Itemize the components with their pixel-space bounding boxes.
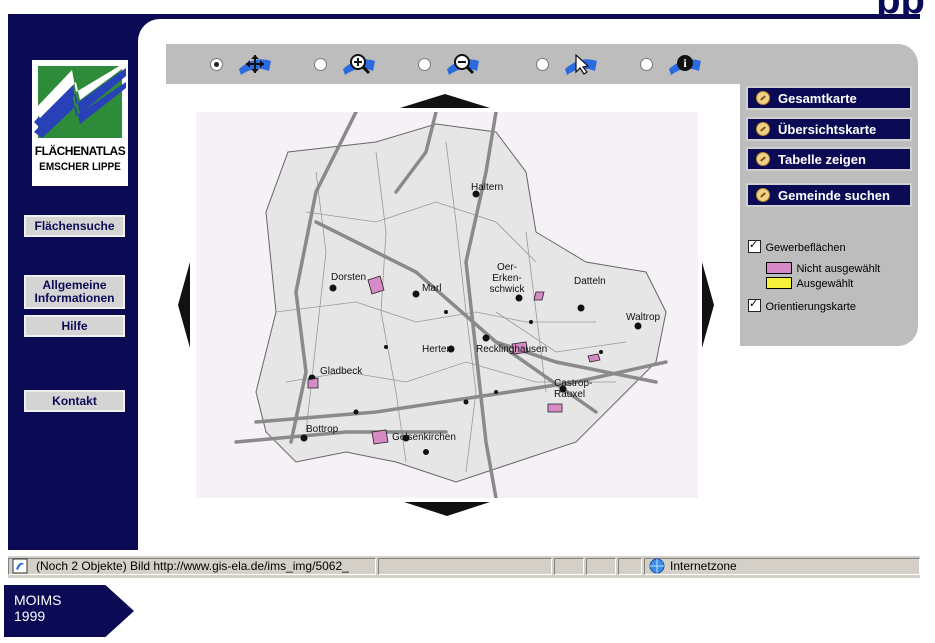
- pan-south-arrow-icon[interactable]: [404, 500, 490, 518]
- tag-line1: MOIMS: [14, 592, 62, 608]
- nav-allgemeine-informationen-button[interactable]: Allgemeine Informationen: [24, 275, 125, 309]
- internet-zone-icon: [649, 558, 665, 574]
- info-icon: i: [669, 55, 701, 75]
- gewerbeflaechen-checkbox[interactable]: [748, 238, 761, 254]
- city-label-recklinghausen: Recklinghausen: [476, 344, 548, 355]
- page-loading-icon: [12, 558, 28, 574]
- legend-swatch-pink: [766, 261, 792, 274]
- status-segment: [554, 558, 584, 575]
- city-label-castrop-rauxel: Castrop-Rauxel: [554, 378, 593, 400]
- gauge-icon: [756, 91, 770, 105]
- city-label-gladbeck: Gladbeck: [320, 366, 363, 377]
- tool-pan-radio[interactable]: [210, 57, 223, 71]
- city-label-waltrop: Waltrop: [626, 312, 661, 323]
- tabelle-zeigen-label: Tabelle zeigen: [778, 151, 866, 167]
- pointer-icon: [565, 53, 597, 75]
- nav-hilfe-button[interactable]: Hilfe: [24, 315, 125, 337]
- legend-item-ausgewaehlt: Ausgewählt: [766, 274, 853, 292]
- status-segment: [618, 558, 642, 575]
- gewerbeflaechen-label: Gewerbeflächen: [765, 242, 846, 254]
- gauge-icon: [756, 188, 770, 202]
- tool-pointer-radio[interactable]: [536, 57, 549, 71]
- uebersichtskarte-button[interactable]: Übersichtskarte: [746, 117, 912, 141]
- zoom-out-icon: [447, 54, 479, 75]
- tool-zoom-in[interactable]: [314, 54, 379, 75]
- orientierungskarte-layer[interactable]: Orientierungskarte: [748, 297, 856, 315]
- pan-north-arrow-icon[interactable]: [400, 92, 490, 110]
- tool-info[interactable]: i: [640, 54, 705, 75]
- city-label-bottrop: Bottrop: [306, 424, 339, 435]
- gemeinde-suchen-button[interactable]: Gemeinde suchen: [746, 183, 912, 207]
- tag-text: MOIMS 1999: [14, 592, 61, 624]
- orientierungskarte-checkbox[interactable]: [748, 297, 761, 313]
- pan-west-arrow-icon[interactable]: [176, 262, 192, 348]
- logo-line1: FLÄCHENATLAS: [34, 144, 126, 158]
- legend-label-ausgewaehlt: Ausgewählt: [796, 278, 854, 290]
- zone-text: Internetzone: [670, 559, 737, 573]
- gesamtkarte-button[interactable]: Gesamtkarte: [746, 86, 912, 110]
- logo: FLÄCHENATLAS EMSCHER LIPPE: [32, 60, 128, 186]
- legend-swatch-yellow: [766, 276, 792, 289]
- tool-info-radio[interactable]: [640, 57, 653, 71]
- logo-line2: EMSCHER LIPPE: [39, 161, 121, 174]
- zoom-in-icon: [343, 54, 375, 75]
- map-view[interactable]: Haltern Dorsten Marl Oer-Erken-schwick D…: [196, 110, 698, 500]
- city-label-gelsenkirchen: Gelsenkirchen: [392, 432, 456, 443]
- logo-graphic: [34, 62, 126, 138]
- status-text: (Noch 2 Objekte) Bild http://www.gis-ela…: [36, 559, 349, 573]
- tabelle-zeigen-button[interactable]: Tabelle zeigen: [746, 147, 912, 171]
- gauge-icon: [756, 122, 770, 136]
- city-label-marl: Marl: [422, 283, 442, 294]
- tool-zoom-in-radio[interactable]: [314, 57, 327, 71]
- status-segment-progress: [378, 558, 552, 575]
- gauge-icon: [756, 152, 770, 166]
- gesamtkarte-label: Gesamtkarte: [778, 90, 857, 106]
- status-segment: [586, 558, 616, 575]
- gemeinde-suchen-label: Gemeinde suchen: [778, 187, 890, 203]
- city-label-datteln: Datteln: [574, 276, 606, 287]
- nav-kontakt-button[interactable]: Kontakt: [24, 390, 125, 412]
- city-label-oer-erkenschwick: Oer-Erken-schwick: [489, 262, 525, 295]
- nav-flaechensuche-button[interactable]: Flächensuche: [24, 215, 125, 237]
- tool-pan[interactable]: [210, 54, 275, 75]
- tool-zoom-out-radio[interactable]: [418, 57, 431, 71]
- pan-east-arrow-icon[interactable]: [700, 262, 716, 348]
- city-label-herten: Herten: [422, 344, 453, 355]
- orientierungskarte-label: Orientierungskarte: [765, 301, 856, 313]
- tag-line2: 1999: [14, 608, 46, 624]
- tool-zoom-out[interactable]: [418, 54, 483, 75]
- pan-arrows-icon: [239, 55, 271, 75]
- gewerbeflaechen-layer[interactable]: Gewerbeflächen: [748, 238, 846, 256]
- city-label-haltern: Haltern: [471, 182, 504, 193]
- city-label-dorsten: Dorsten: [331, 272, 367, 283]
- tool-pointer[interactable]: [536, 53, 601, 75]
- uebersichtskarte-label: Übersichtskarte: [778, 121, 877, 137]
